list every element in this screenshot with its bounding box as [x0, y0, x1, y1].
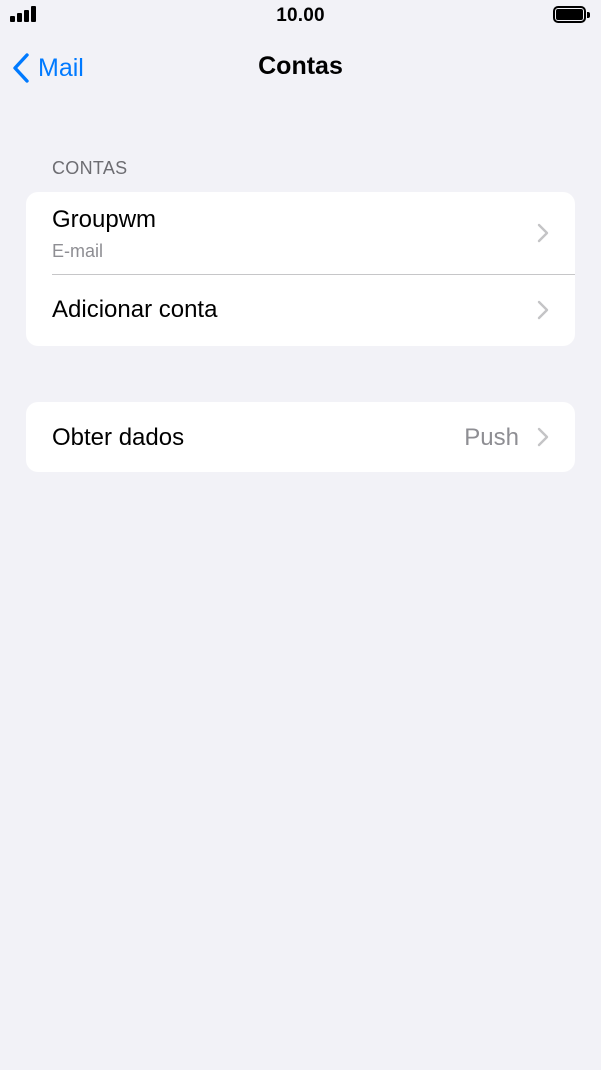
status-time: 10.00: [276, 5, 325, 26]
account-row-groupwm[interactable]: Groupwm E-mail: [26, 192, 575, 274]
fetch-settings-list: Obter dados Push: [26, 402, 575, 472]
section-header-accounts: CONTAS: [52, 158, 128, 178]
accounts-list: Groupwm E-mail Adicionar conta: [26, 192, 575, 346]
chevron-right-icon: [537, 223, 549, 243]
account-type: E-mail: [52, 241, 104, 261]
add-account-row[interactable]: Adicionar conta: [26, 274, 575, 346]
fetch-data-row[interactable]: Obter dados Push: [26, 402, 575, 472]
chevron-right-icon: [537, 300, 549, 320]
page-title: Contas: [258, 52, 343, 80]
fetch-data-value: Push: [464, 424, 519, 451]
add-account-label: Adicionar conta: [52, 296, 218, 323]
status-bar: 10.00: [0, 0, 601, 34]
chevron-right-icon: [537, 427, 549, 447]
navigation-bar: Mail Contas: [0, 40, 601, 96]
battery-full-icon: [553, 6, 591, 23]
account-name: Groupwm: [52, 206, 157, 233]
fetch-data-label: Obter dados: [52, 424, 185, 451]
